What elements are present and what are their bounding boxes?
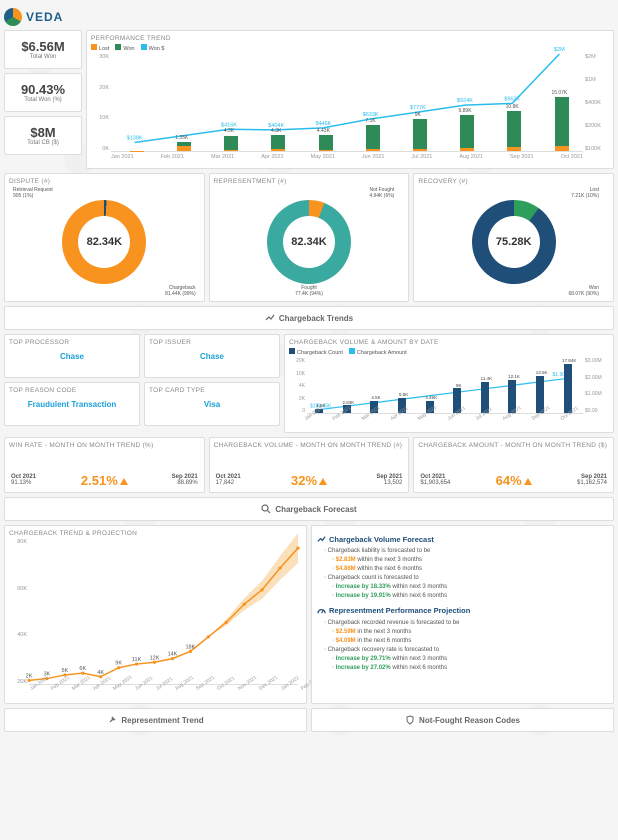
svg-text:2K: 2K (26, 673, 33, 679)
svg-text:12K: 12K (150, 655, 160, 661)
metric-value: $6.56M (7, 39, 79, 54)
svg-text:$924K: $924K (457, 98, 473, 104)
card-title: TOP CARD TYPE (149, 387, 275, 394)
svg-text:$962K: $962K (504, 96, 520, 102)
top-value: Visa (149, 400, 275, 409)
metric-label: Total Won (%) (7, 97, 79, 103)
top-value: Chase (9, 352, 135, 361)
cbv-legend: Chargeback Count Chargeback Amount (289, 348, 609, 356)
svg-text:$446K: $446K (315, 121, 331, 127)
card-title: TOP ISSUER (149, 339, 275, 346)
chart-title: PERFORMANCE TREND (91, 35, 609, 42)
projection-chart: 80K60K40K20K 2K3K5K6K4K9K11K12K14K18K Ja… (9, 539, 302, 699)
slice-label: Not Fought4.94K (6%) (369, 187, 394, 199)
svg-text:$2M: $2M (554, 47, 565, 53)
metric-value: 90.43% (7, 82, 79, 97)
section-chargeback-trends: Chargeback Trends (4, 306, 614, 330)
donut-chart: 82.34K (62, 200, 146, 284)
projection-chart-card[interactable]: CHARGEBACK TREND & PROJECTION 80K60K40K2… (4, 525, 307, 704)
section-representment-trend: Representment Trend (4, 708, 307, 732)
gauge-icon (316, 606, 326, 616)
magnify-icon (261, 504, 271, 514)
card-title: RECOVERY (#) (418, 178, 609, 185)
trend-icon (316, 535, 326, 545)
top-value: Chase (149, 352, 275, 361)
mom-amount-card[interactable]: CHARGEBACK AMOUNT - MONTH ON MONTH TREND… (413, 437, 614, 493)
svg-text:$633K: $633K (363, 112, 379, 118)
svg-text:4K: 4K (97, 670, 104, 676)
svg-text:9K: 9K (115, 661, 122, 667)
perf-legend: Lost Won Won $ (91, 44, 609, 52)
recovery-card[interactable]: RECOVERY (#) Lost7.21K (10%) 75.28K Won6… (413, 173, 614, 302)
dispute-card[interactable]: DISPUTE (#) Retrieval Request905 (1%) 82… (4, 173, 205, 302)
metric-label: Total Won (7, 54, 79, 60)
section-chargeback-forecast: Chargeback Forecast (4, 497, 614, 521)
mom-winrate-card[interactable]: WIN RATE - MONTH ON MONTH TREND (%) Oct … (4, 437, 205, 493)
slice-label: Fought77.4K (94%) (295, 285, 323, 297)
mom-volume-card[interactable]: CHARGEBACK VOLUME - MONTH ON MONTH TREND… (209, 437, 410, 493)
svg-text:$416K: $416K (221, 122, 237, 128)
forecast-text-card: Chargeback Volume Forecast Chargeback li… (311, 525, 614, 704)
svg-text:6K: 6K (79, 666, 86, 672)
logo-icon (4, 8, 22, 26)
cb-volume-amount-card[interactable]: CHARGEBACK VOLUME & AMOUNT BY DATE Charg… (284, 334, 614, 433)
card-title: TOP PROCESSOR (9, 339, 135, 346)
card-title: DISPUTE (#) (9, 178, 200, 185)
metric-total-won[interactable]: $6.56M Total Won (4, 30, 82, 69)
arrow-up-icon (319, 478, 327, 485)
donut-chart: 82.34K (267, 200, 351, 284)
svg-text:11K: 11K (132, 657, 142, 663)
metric-value: $8M (7, 125, 79, 140)
performance-trend-card[interactable]: PERFORMANCE TREND Lost Won Won $ 30K20K1… (86, 30, 614, 169)
brand-name: VEDA (26, 10, 63, 24)
card-title: REPRESENTMENT (#) (214, 178, 405, 185)
metric-total-won-pct[interactable]: 90.43% Total Won (%) (4, 73, 82, 112)
forecast-heading: Representment Performance Projection (316, 605, 609, 616)
card-title: CHARGEBACK VOLUME & AMOUNT BY DATE (289, 339, 609, 346)
card-title: CHARGEBACK AMOUNT - MONTH ON MONTH TREND… (418, 442, 609, 449)
slice-label: Lost7.21K (10%) (571, 187, 599, 199)
cbv-chart: 20K10K4K2K0 $3.00M$2.00M$1.00M$0.00 $195… (289, 358, 609, 428)
card-title: CHARGEBACK TREND & PROJECTION (9, 530, 302, 537)
donut-center: 82.34K (283, 216, 335, 268)
slice-label: Won68.07K (90%) (568, 285, 599, 297)
performance-chart: 30K20K10K0K $2M$1M$400K$200K$100K $138K$… (91, 54, 609, 164)
top-card-type-card[interactable]: TOP CARD TYPE Visa (144, 382, 280, 426)
svg-text:5K: 5K (61, 668, 68, 674)
card-title: CHARGEBACK VOLUME - MONTH ON MONTH TREND… (214, 442, 405, 449)
section-not-fought-reason: Not-Fought Reason Codes (311, 708, 614, 732)
donut-center: 75.28K (488, 216, 540, 268)
card-title: WIN RATE - MONTH ON MONTH TREND (%) (9, 442, 200, 449)
top-reason-card[interactable]: TOP REASON CODE Fraudulent Transaction (4, 382, 140, 426)
svg-text:$138K: $138K (127, 136, 143, 142)
trend-icon (265, 313, 275, 323)
shield-icon (405, 715, 415, 725)
representment-card[interactable]: REPRESENTMENT (#) Not Fought4.94K (6%) 8… (209, 173, 410, 302)
arrow-up-icon (524, 478, 532, 485)
svg-text:$777K: $777K (410, 105, 426, 111)
header: VEDA (4, 4, 614, 30)
card-title: TOP REASON CODE (9, 387, 135, 394)
donut-center: 82.34K (78, 216, 130, 268)
donut-chart: 75.28K (472, 200, 556, 284)
top-issuer-card[interactable]: TOP ISSUER Chase (144, 334, 280, 378)
svg-text:14K: 14K (168, 652, 178, 658)
forecast-heading: Chargeback Volume Forecast (316, 534, 609, 545)
svg-text:18K: 18K (186, 644, 196, 650)
slice-label: Chargeback81.44K (99%) (165, 285, 196, 297)
arrow-up-icon (120, 478, 128, 485)
slice-label: Retrieval Request905 (1%) (13, 187, 53, 199)
wrench-icon (107, 715, 117, 725)
top-value: Fraudulent Transaction (9, 400, 135, 409)
metric-total-cb[interactable]: $8M Total CB ($) (4, 116, 82, 155)
top-processor-card[interactable]: TOP PROCESSOR Chase (4, 334, 140, 378)
metric-label: Total CB ($) (7, 140, 79, 146)
